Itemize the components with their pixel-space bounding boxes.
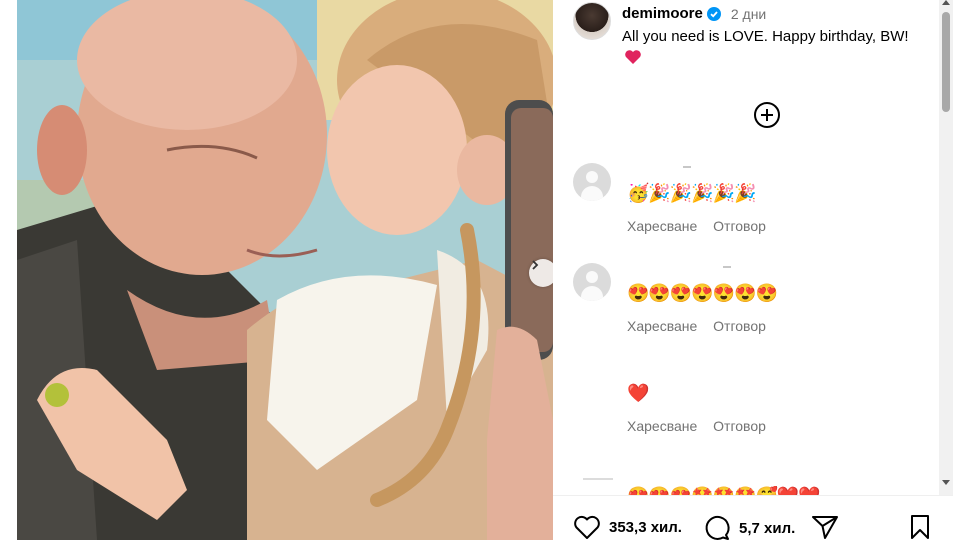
comment-text: ❤️ [627, 383, 649, 403]
verified-badge-icon [706, 6, 721, 21]
comment-action[interactable]: 5,7 хил. [703, 514, 795, 540]
chevron-right-icon [532, 260, 539, 270]
save-action[interactable] [908, 514, 932, 540]
post-photo[interactable] [17, 0, 553, 540]
post-panel: demimoore 2 дни All you need is LOVE. Ha… [553, 0, 960, 540]
like-comment-button[interactable]: Харесване [627, 418, 697, 434]
reply-comment-button[interactable]: Отговор [713, 318, 766, 334]
add-circle-icon[interactable] [752, 100, 782, 130]
owner-line: demimoore 2 дни [622, 5, 766, 22]
comment-actions: Харесване Отговор [627, 318, 778, 334]
left-gutter [0, 0, 17, 540]
heart-emoji-icon [625, 50, 641, 64]
comment-avatar[interactable] [573, 263, 611, 301]
comment-text: 😍😍😍😍😍😍😍 [627, 283, 778, 303]
bookmark-icon[interactable] [908, 514, 932, 540]
partial-comment-username [583, 478, 613, 480]
like-comment-button[interactable]: Харесване [627, 318, 697, 334]
scroll-thumb[interactable] [942, 12, 950, 112]
post-caption: All you need is LOVE. Happy birthday, BW… [622, 26, 922, 68]
like-action[interactable]: 353,3 хил. [573, 514, 682, 540]
caption-text: All you need is LOVE. Happy birthday, BW… [622, 28, 909, 45]
reply-comment-button[interactable]: Отговор [713, 418, 766, 434]
share-action[interactable] [811, 514, 839, 540]
comment-actions: Харесване Отговор [627, 218, 778, 234]
action-bar: 353,3 хил. 5,7 хил. [553, 495, 960, 540]
comment-bubble-icon[interactable] [703, 514, 731, 540]
photo-illustration [17, 0, 553, 540]
owner-username[interactable]: demimoore [622, 5, 703, 22]
next-photo-button[interactable] [529, 259, 553, 287]
comments-scrollbar[interactable] [939, 0, 953, 495]
comment-username[interactable] [723, 266, 731, 268]
paper-plane-icon[interactable] [811, 514, 839, 540]
scroll-up-arrow-icon[interactable] [942, 0, 950, 5]
scroll-down-arrow-icon[interactable] [942, 480, 950, 485]
owner-avatar[interactable] [573, 2, 611, 40]
like-comment-button[interactable]: Харесване [627, 218, 697, 234]
likes-count[interactable]: 353,3 хил. [609, 519, 682, 536]
heart-outline-icon[interactable] [573, 514, 601, 540]
comment-actions: Харесване Отговор [627, 418, 778, 434]
reply-comment-button[interactable]: Отговор [713, 218, 766, 234]
comment-avatar[interactable] [573, 163, 611, 201]
right-edge [953, 0, 960, 540]
comments-count[interactable]: 5,7 хил. [739, 520, 795, 537]
comment-username[interactable] [683, 166, 691, 168]
comment-text: 🥳🎉🎉🎉🎉🎉 [627, 183, 756, 203]
post-time[interactable]: 2 дни [731, 6, 766, 22]
